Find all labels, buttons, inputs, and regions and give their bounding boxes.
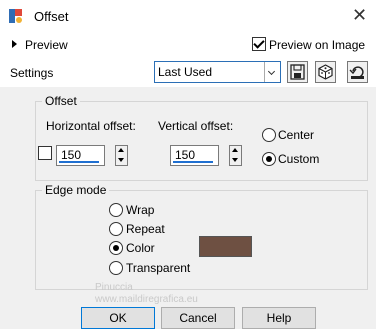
- horizontal-offset-label: Horizontal offset:: [46, 119, 136, 133]
- app-icon: [8, 8, 24, 24]
- focus-underline: [173, 161, 213, 163]
- color-radio-label[interactable]: Color: [126, 241, 155, 255]
- horizontal-offset-input[interactable]: 150: [56, 145, 105, 166]
- expand-triangle-icon[interactable]: [12, 40, 17, 48]
- preset-select[interactable]: Last Used: [154, 61, 281, 83]
- save-preset-button[interactable]: [287, 61, 308, 83]
- settings-label: Settings: [10, 66, 54, 80]
- preview-on-image-checkbox[interactable]: [252, 37, 266, 51]
- preview-on-image-label[interactable]: Preview on Image: [269, 38, 365, 52]
- watermark-text: Pinuccia: [95, 282, 133, 293]
- close-icon[interactable]: ✕: [352, 5, 367, 25]
- ok-button[interactable]: OK: [81, 307, 155, 329]
- offset-group-title: Offset: [42, 94, 80, 108]
- horizontal-offset-value: 150: [61, 148, 82, 162]
- vertical-offset-input[interactable]: 150: [170, 145, 219, 166]
- edge-mode-group-title: Edge mode: [42, 183, 110, 197]
- cancel-button[interactable]: Cancel: [161, 307, 235, 329]
- transparent-radio[interactable]: [109, 261, 123, 275]
- save-preset-icon: [290, 64, 305, 80]
- color-radio[interactable]: [109, 241, 123, 255]
- custom-radio-label[interactable]: Custom: [278, 152, 319, 166]
- arrow-up-icon[interactable]: [118, 148, 124, 152]
- center-radio-label[interactable]: Center: [278, 128, 314, 142]
- reset-icon: [349, 66, 364, 79]
- wrap-radio-label[interactable]: Wrap: [126, 203, 154, 217]
- arrow-down-icon[interactable]: [118, 158, 124, 162]
- wrap-radio[interactable]: [109, 203, 123, 217]
- arrow-down-icon[interactable]: [232, 158, 238, 162]
- reset-button[interactable]: [347, 61, 368, 83]
- preset-select-value: Last Used: [158, 65, 213, 79]
- focus-underline: [59, 161, 99, 163]
- custom-radio[interactable]: [262, 152, 276, 166]
- window-title: Offset: [34, 9, 69, 24]
- transparent-radio-label[interactable]: Transparent: [126, 261, 190, 275]
- arrow-up-icon[interactable]: [232, 148, 238, 152]
- offset-group: [35, 101, 368, 181]
- randomize-button[interactable]: [315, 61, 336, 83]
- edge-color-swatch[interactable]: [199, 236, 252, 257]
- randomize-dice-icon: [318, 64, 333, 80]
- vertical-offset-value: 150: [175, 148, 196, 162]
- title-bar: Offset ✕: [0, 0, 376, 32]
- repeat-radio-label[interactable]: Repeat: [126, 222, 165, 236]
- center-radio[interactable]: [262, 128, 276, 142]
- vertical-offset-label: Vertical offset:: [158, 119, 234, 133]
- link-offsets-checkbox[interactable]: [38, 146, 52, 160]
- watermark-url: www.maildiregrafica.eu: [95, 294, 198, 305]
- preview-label[interactable]: Preview: [25, 38, 68, 52]
- vertical-offset-stepper[interactable]: [229, 145, 242, 166]
- repeat-radio[interactable]: [109, 222, 123, 236]
- horizontal-offset-stepper[interactable]: [115, 145, 128, 166]
- help-button[interactable]: Help: [242, 307, 316, 329]
- chevron-down-icon[interactable]: [264, 62, 280, 82]
